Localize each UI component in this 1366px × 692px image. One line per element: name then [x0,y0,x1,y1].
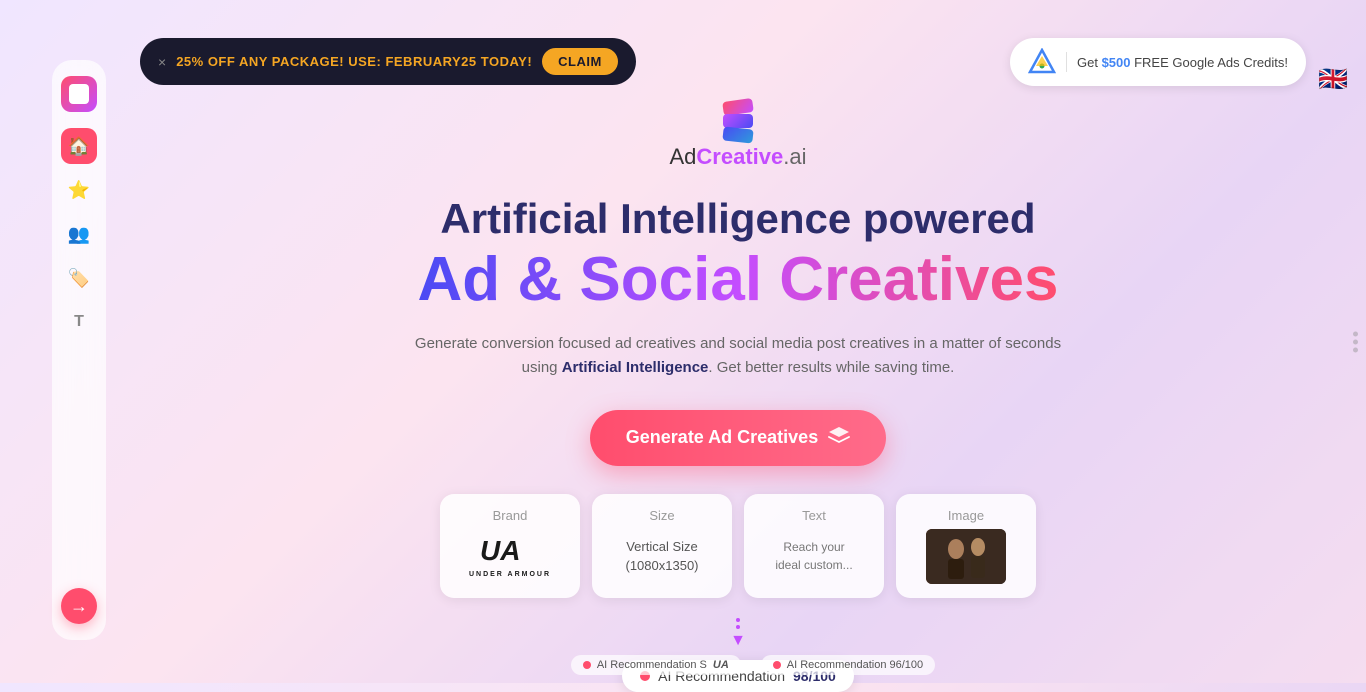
image-card-label: Image [948,508,984,523]
image-thumb-svg [926,529,1006,584]
strip-item-1-text: AI Recommendation S [597,659,707,671]
sidebar-item-tags[interactable]: 🏷️ [61,260,97,296]
star-icon: ⭐ [68,180,90,201]
scroll-dot-3 [1353,347,1358,352]
sidebar-item-team[interactable]: 👥 [61,216,97,252]
strip-item-2: AI Recommendation 96/100 [761,655,935,675]
strip-ua-icon: UA [713,659,729,671]
promo-text: 25% OFF ANY PACKAGE! USE: FEBRUARY25 TOD… [176,54,532,69]
size-card: Size Vertical Size (1080x1350) [592,494,732,598]
team-icon: 👥 [68,224,90,245]
sidebar-logo[interactable] [61,76,97,112]
under-armour-logo: UA UNDER ARMOUR [469,534,551,578]
strip-item-2-text: AI Recommendation 96/100 [787,659,923,671]
logo-stack-icon [713,100,763,144]
google-ads-banner: Get $500 FREE Google Ads Credits! [1010,38,1306,86]
promo-banner: × 25% OFF ANY PACKAGE! USE: FEBRUARY25 T… [140,38,636,85]
google-banner-text: Get $500 FREE Google Ads Credits! [1077,55,1288,70]
arrow-dot-1 [736,618,740,622]
brand-name-text: UNDER ARMOUR [469,571,551,578]
logo-mark [69,84,89,104]
sidebar-action-button[interactable]: → [61,588,97,624]
scroll-handle [1353,331,1358,352]
brand-card-label: Brand [493,508,528,523]
arrow-dot-2 [736,625,740,629]
image-card: Image [896,494,1036,598]
logo-container: AdCreative.ai [669,100,806,170]
sidebar-item-home[interactable]: 🏠 [61,128,97,164]
text-card: Text Reach your ideal custom... [744,494,884,598]
main-content: AdCreative.ai Artificial Intelligence po… [140,100,1336,692]
headline-line2: Ad & Social Creatives [418,244,1059,315]
sidebar: 🏠 ⭐ 👥 🏷️ T → [52,60,106,640]
reach-text: Reach your ideal custom... [775,538,852,574]
size-text: Vertical Size (1080x1350) [626,537,699,576]
tag-icon: 🏷️ [68,268,90,289]
image-content [912,529,1020,584]
size-card-label: Size [649,508,674,523]
promo-close-icon[interactable]: × [158,54,166,70]
text-content: Reach your ideal custom... [760,529,868,584]
size-content: Vertical Size (1080x1350) [608,529,716,584]
strip-item-1: AI Recommendation S UA [571,655,741,675]
scroll-dot-1 [1353,331,1358,336]
language-flag[interactable]: 🇬🇧 [1318,65,1348,94]
generate-btn-label: Generate Ad Creatives [626,427,818,448]
home-icon: 🏠 [68,136,90,157]
bottom-strip: AI Recommendation S UA AI Recommendation… [140,647,1366,683]
arrow-connector: ▼ [730,618,746,650]
logo-text: AdCreative.ai [669,144,806,170]
arrow-dots: ▼ [730,618,746,650]
text-card-label: Text [802,508,826,523]
sidebar-item-favorites[interactable]: ⭐ [61,172,97,208]
headline-line1: Artificial Intelligence powered [440,194,1035,244]
generate-btn-icon [828,426,850,450]
text-icon: T [74,313,84,331]
arrow-right-icon: → [70,596,88,617]
ua-logo-svg: UA [475,534,545,569]
logo-box-bottom [722,126,753,143]
generate-ad-creatives-button[interactable]: Generate Ad Creatives [590,410,886,466]
brand-card: Brand UA UNDER ARMOUR [440,494,580,598]
brand-logo-area: UA UNDER ARMOUR [456,529,564,584]
feature-cards: Brand UA UNDER ARMOUR Size Vertical Size… [440,494,1036,598]
svg-text:UA: UA [480,535,520,566]
google-ads-icon [1028,48,1056,76]
claim-button[interactable]: CLAIM [542,48,618,75]
sidebar-item-text[interactable]: T [61,304,97,340]
sidebar-bottom: → [61,588,97,624]
hero-subtitle: Generate conversion focused ad creatives… [398,332,1078,380]
google-banner-divider [1066,52,1067,72]
scroll-dot-2 [1353,339,1358,344]
product-image-thumb [926,529,1006,584]
